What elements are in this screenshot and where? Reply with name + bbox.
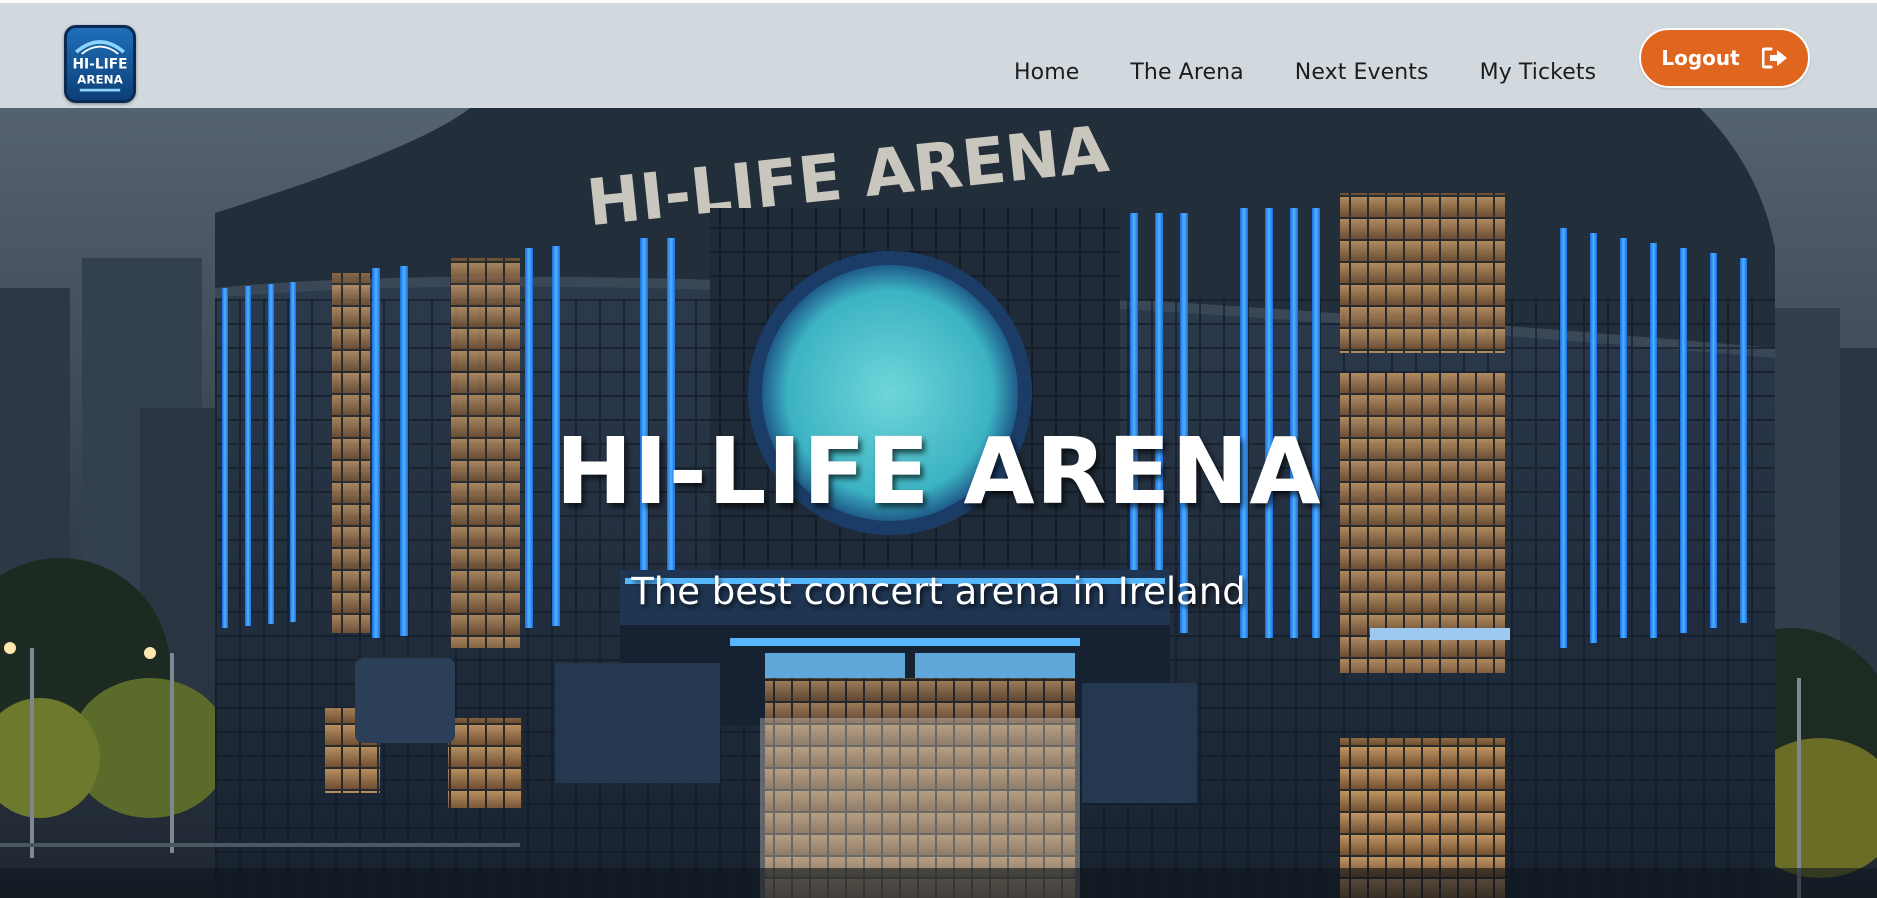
- logout-label: Logout: [1661, 46, 1740, 70]
- logout-button[interactable]: Logout: [1639, 28, 1810, 88]
- hero-subtitle: The best concert arena in Ireland: [631, 570, 1246, 613]
- nav-the-arena-link[interactable]: The Arena: [1130, 60, 1243, 85]
- logo-text-top: HI-LIFE: [73, 57, 128, 73]
- hi-life-arena-logo[interactable]: HI-LIFE ARENA: [64, 25, 136, 103]
- main-navigation: Home The Arena Next Events My Tickets: [1014, 57, 1596, 87]
- navbar: HI-LIFE ARENA Home The Arena Next Events…: [0, 0, 1877, 108]
- nav-my-tickets-link[interactable]: My Tickets: [1480, 60, 1597, 85]
- hero-section: HI-LIFE ARENA HI-LIFE ARENA The best con…: [0, 108, 1877, 898]
- logo-text-bottom: ARENA: [77, 72, 123, 86]
- nav-next-events-link[interactable]: Next Events: [1295, 60, 1429, 85]
- nav-home-link[interactable]: Home: [1014, 60, 1079, 85]
- hero-title: HI-LIFE ARENA: [555, 418, 1322, 525]
- sign-out-icon: [1761, 47, 1787, 69]
- logo-graphic: HI-LIFE ARENA: [73, 40, 128, 92]
